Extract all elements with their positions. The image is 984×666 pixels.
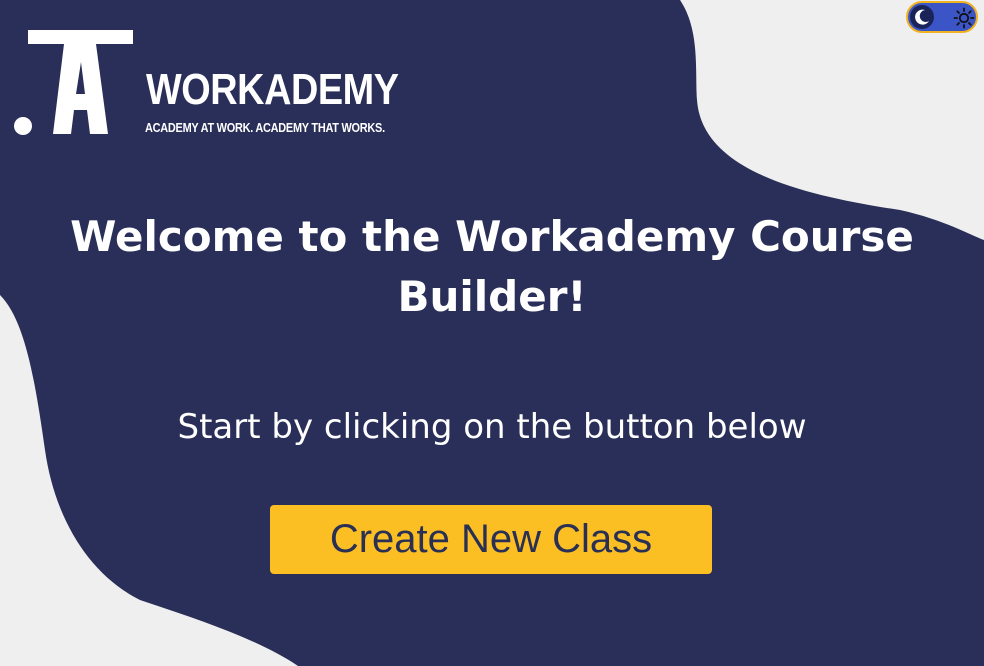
sun-icon (953, 7, 975, 29)
brand-tagline: ACADEMY AT WORK. ACADEMY THAT WORKS. (145, 120, 385, 135)
page-title: Welcome to the Workademy Course Builder! (70, 212, 914, 321)
brand-name: WORKADEMY (146, 65, 399, 114)
page-subtitle: Start by clicking on the button below (177, 407, 807, 447)
theme-toggle[interactable] (906, 1, 978, 33)
logo-mark-icon (14, 30, 133, 135)
moon-icon (915, 9, 929, 25)
create-new-class-button[interactable]: Create New Class (270, 505, 712, 574)
